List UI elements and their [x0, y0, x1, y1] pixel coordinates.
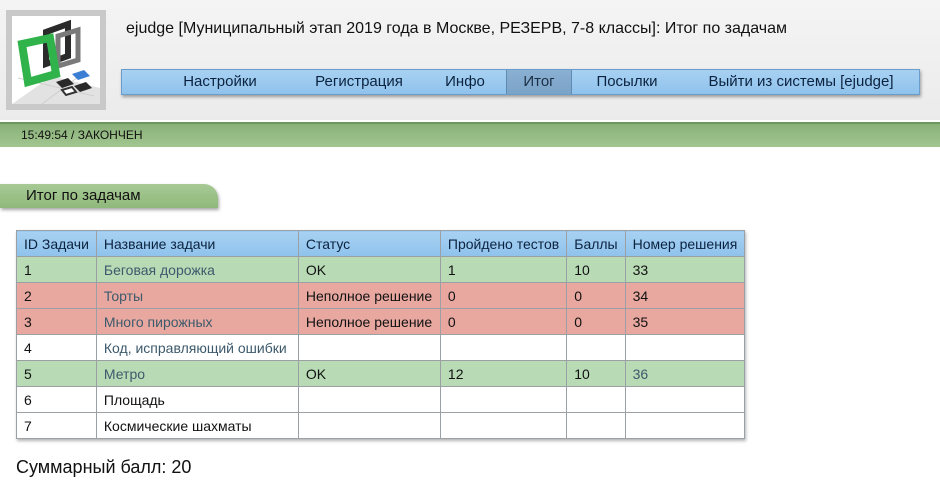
- problem-summary-table: ID Задачи Название задачи Статус Пройден…: [16, 230, 746, 439]
- cell-run: [624, 412, 746, 439]
- cell-id: 6: [16, 386, 97, 413]
- cell-tests: 12: [439, 360, 568, 387]
- cell-id: 5: [16, 360, 97, 387]
- cell-status: Неполное решение: [297, 282, 441, 309]
- problem-link[interactable]: Беговая дорожка: [104, 262, 215, 278]
- cell-score: 10: [566, 256, 626, 283]
- cell-status: [297, 334, 441, 361]
- column-header-tests: Пройдено тестов: [439, 230, 568, 257]
- cell-id: 7: [16, 412, 97, 439]
- table-row: 1 Беговая дорожка OK 1 10 33: [16, 256, 746, 283]
- cell-score: [566, 386, 626, 413]
- cell-run: [624, 334, 746, 361]
- table-row: 2 Торты Неполное решение 0 0 34: [16, 282, 746, 309]
- main-menu: Настройки Регистрация Инфо Итог Посылки …: [121, 69, 920, 95]
- column-header-name: Название задачи: [95, 230, 299, 257]
- problem-link[interactable]: Метро: [104, 366, 145, 382]
- cell-id: 3: [16, 308, 97, 335]
- cell-run: 34: [624, 282, 746, 309]
- table-row: 6 Площадь: [16, 386, 746, 413]
- total-score: Суммарный балл: 20: [16, 457, 192, 477]
- table-row: 4 Код, исправляющий ошибки: [16, 334, 746, 361]
- contest-status-bar: 15:49:54 / ЗАКОНЧЕН: [0, 122, 940, 147]
- column-header-id: ID Задачи: [16, 230, 97, 257]
- cell-status: [297, 386, 441, 413]
- problem-link[interactable]: Торты: [104, 288, 143, 304]
- cell-name: Площадь: [95, 386, 299, 413]
- problem-link[interactable]: Много пирожных: [104, 314, 213, 330]
- cell-run: 33: [624, 256, 746, 283]
- cell-score: [566, 412, 626, 439]
- column-header-score: Баллы: [566, 230, 626, 257]
- cell-id: 2: [16, 282, 97, 309]
- cell-id: 4: [16, 334, 97, 361]
- cell-status: OK: [297, 360, 441, 387]
- cell-score: 0: [566, 308, 626, 335]
- page-header: ejudge [Муниципальный этап 2019 года в М…: [0, 0, 940, 120]
- cell-tests: 0: [439, 282, 568, 309]
- contest-status-text: 15:49:54 / ЗАКОНЧЕН: [21, 128, 143, 142]
- cell-tests: 0: [439, 308, 568, 335]
- problem-link[interactable]: Код, исправляющий ошибки: [104, 340, 287, 356]
- cell-run: 35: [624, 308, 746, 335]
- ejudge-logo-icon: [6, 10, 106, 110]
- cell-id: 1: [16, 256, 97, 283]
- cell-tests: [439, 334, 568, 361]
- cell-status: [297, 412, 441, 439]
- section-header: Итог по задачам: [0, 184, 218, 208]
- menu-item-submissions[interactable]: Посылки: [584, 70, 670, 94]
- cell-tests: 1: [439, 256, 568, 283]
- column-header-status: Статус: [297, 230, 441, 257]
- cell-status: OK: [297, 256, 441, 283]
- menu-item-summary[interactable]: Итог: [506, 70, 572, 94]
- cell-run: [624, 386, 746, 413]
- table-row: 5 Метро OK 12 10 36: [16, 360, 746, 387]
- menu-item-registration[interactable]: Регистрация: [294, 70, 424, 94]
- cell-tests: [439, 386, 568, 413]
- run-link[interactable]: 36: [633, 366, 649, 382]
- section-title: Итог по задачам: [26, 187, 141, 204]
- menu-item-settings[interactable]: Настройки: [160, 70, 280, 94]
- cell-name: Космические шахматы: [95, 412, 299, 439]
- menu-item-info[interactable]: Инфо: [436, 70, 494, 94]
- page-title: ejudge [Муниципальный этап 2019 года в М…: [126, 20, 788, 37]
- cell-status: Неполное решение: [297, 308, 441, 335]
- table-row: 3 Много пирожных Неполное решение 0 0 35: [16, 308, 746, 335]
- cell-score: 0: [566, 282, 626, 309]
- cell-score: [566, 334, 626, 361]
- menu-item-logout[interactable]: Выйти из системы [ejudge]: [706, 70, 896, 94]
- table-header-row: ID Задачи Название задачи Статус Пройден…: [16, 230, 746, 257]
- cell-score: 10: [566, 360, 626, 387]
- cell-tests: [439, 412, 568, 439]
- table-row: 7 Космические шахматы: [16, 412, 746, 439]
- column-header-run: Номер решения: [624, 230, 746, 257]
